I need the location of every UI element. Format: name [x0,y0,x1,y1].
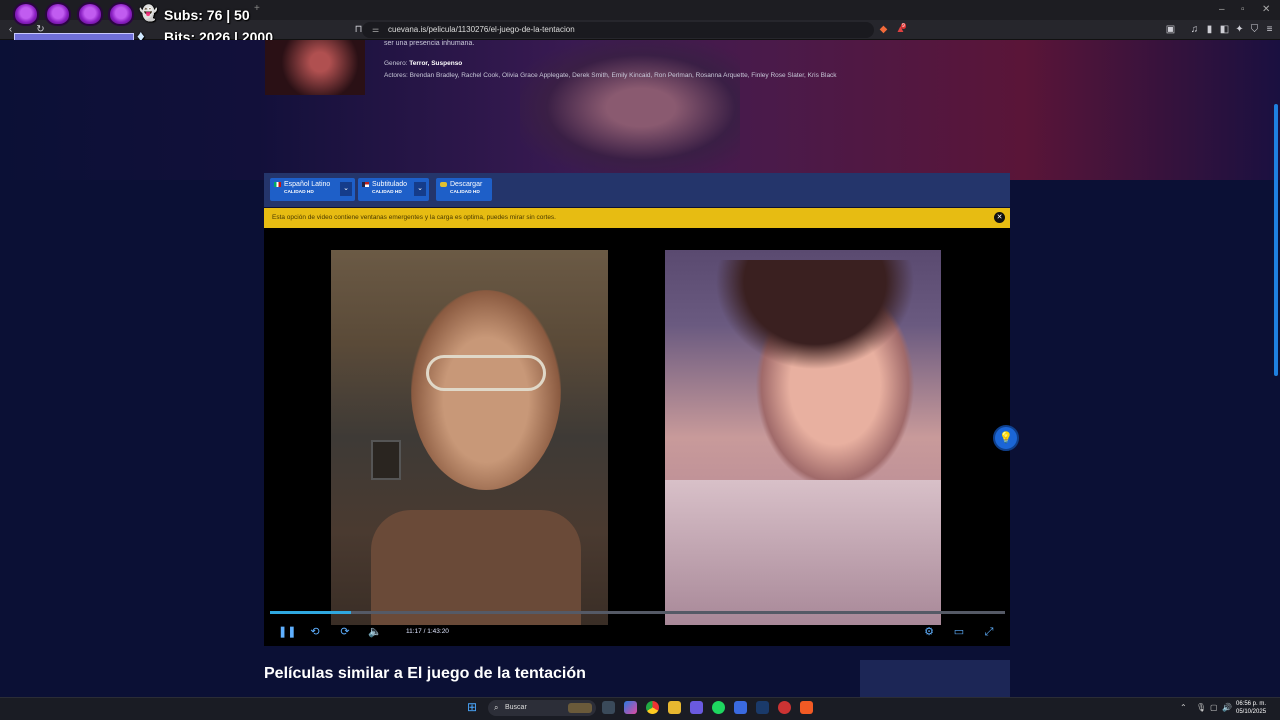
file-explorer-icon[interactable] [668,701,681,714]
obs-icon[interactable] [778,701,791,714]
option-label: Subtitulado [372,181,408,188]
popup-warning-banner: Esta opción de video contiene ventanas e… [264,208,1010,228]
forward-icon[interactable]: ⟳ [338,625,352,639]
option-quality: CALIDAD HD [450,190,480,195]
media-icon[interactable]: ♫ [1189,24,1200,35]
ghost-icon: 👻 [139,5,158,22]
pause-icon[interactable]: ❚❚ [278,625,296,639]
current-time: 11:17 [406,628,422,635]
taskbar [0,697,1280,720]
heart-icon [45,2,71,26]
taskbar-clock[interactable]: 06:56 p. m. 05/10/2025 [1236,700,1266,716]
settings-icon[interactable]: ⚙ [922,625,936,639]
heart-icon [108,2,134,26]
flag-icon [274,182,281,187]
wall-frame-image [371,440,401,480]
search-icon: ⌕ [494,703,499,712]
video-frame-right [665,250,941,625]
volume-icon[interactable]: 🔈 [368,625,382,639]
dress-image [665,480,941,625]
discord-icon[interactable] [690,701,703,714]
flag-icon [362,182,369,187]
close-window-icon[interactable]: ✕ [1262,4,1270,15]
synopsis-text: ser una presencia inhumana. [384,40,475,47]
pip-icon[interactable]: ▭ [952,625,966,639]
progress-fill [270,611,351,614]
sidebar-panel [860,660,1010,700]
network-icon[interactable]: ▢ [1210,703,1218,712]
time-separator: / [423,628,426,635]
lightbulb-icon[interactable]: 💡 [993,425,1019,451]
genre-line: Genero: Terror, Suspenso [384,60,462,67]
search-placeholder: Buscar [505,704,527,711]
address-bar[interactable]: ⚌ cuevana.is/pelicula/1130276/el-juego-d… [362,22,874,38]
genre-label: Genero: [384,60,410,67]
scrollbar[interactable] [1274,104,1278,376]
clock-date: 05/10/2025 [1236,709,1267,715]
option-subtitulado[interactable]: Subtitulado CALIDAD HD ⌄ [358,178,429,201]
shield-badge: 9 [901,23,906,29]
sidebar-icon[interactable]: ▮ [1204,24,1215,35]
task-view-icon[interactable] [602,701,615,714]
screenshot-icon[interactable]: ▣ [1165,24,1176,35]
option-label: Español Latino [284,181,331,188]
chevron-down-icon[interactable]: ⌄ [340,182,352,196]
menu-icon[interactable]: ≡ [1264,24,1275,35]
url-text: cuevana.is/pelicula/1130276/el-juego-de-… [388,25,575,34]
extensions-icon[interactable]: ✦ [1234,24,1245,35]
brave-shield-icon[interactable]: ◆ [878,24,889,35]
progress-track[interactable] [270,611,1005,614]
genre-values[interactable]: Terror, Suspenso [409,60,462,67]
option-espanol-latino[interactable]: Español Latino CALIDAD HD ⌄ [270,178,355,201]
heart-icon [13,2,39,26]
clock-time: 06:56 p. m. [1236,701,1267,707]
glasses-image [426,355,546,391]
copilot-icon[interactable] [624,701,637,714]
shirt-image [371,510,581,625]
hair-image [715,260,915,370]
taskbar-search[interactable]: ⌕ Buscar [488,700,596,716]
spotify-icon[interactable] [712,701,725,714]
duration: 1:43:20 [427,628,449,635]
app-icon[interactable] [734,701,747,714]
movie-poster[interactable] [265,40,365,95]
microphone-icon[interactable]: 🎙 [1196,703,1206,712]
chevron-down-icon[interactable]: ⌄ [414,182,426,196]
site-info-icon[interactable]: ⚌ [372,22,379,38]
similar-movies-heading: Películas similar a El juego de la tenta… [264,665,586,682]
subs-counter: Subs: 76 | 50 [164,7,250,23]
minimize-icon[interactable]: – [1219,4,1225,15]
video-frame-left [331,250,608,625]
windows-start-icon[interactable]: ⊞ [467,701,480,714]
download-icon [440,182,447,187]
new-tab-icon[interactable]: + [254,3,260,14]
steam-icon[interactable] [756,701,769,714]
heart-icon [77,2,103,26]
chrome-icon[interactable] [646,701,659,714]
speaker-icon[interactable]: 🔊 [1222,703,1232,712]
vpn-shield-icon[interactable]: ⛉ [1249,24,1260,35]
brave-icon[interactable] [800,701,813,714]
rewind-icon[interactable]: ⟲ [308,625,322,639]
option-label: Descargar [450,181,483,188]
timecode: 11:17 / 1:43:20 [406,628,449,635]
tray-chevron-icon[interactable]: ⌃ [1180,703,1187,712]
close-icon[interactable]: ✕ [994,212,1005,223]
restore-icon[interactable]: ▫ [1241,4,1245,15]
search-highlight-image [568,703,592,713]
hero-face-image [520,40,740,175]
split-view-icon[interactable]: ◧ [1219,24,1230,35]
fullscreen-icon[interactable]: ⤢ [982,625,996,639]
option-descargar[interactable]: Descargar CALIDAD HD [436,178,492,201]
actors-line: Actores: Brendan Bradley, Rachel Cook, O… [384,72,837,79]
